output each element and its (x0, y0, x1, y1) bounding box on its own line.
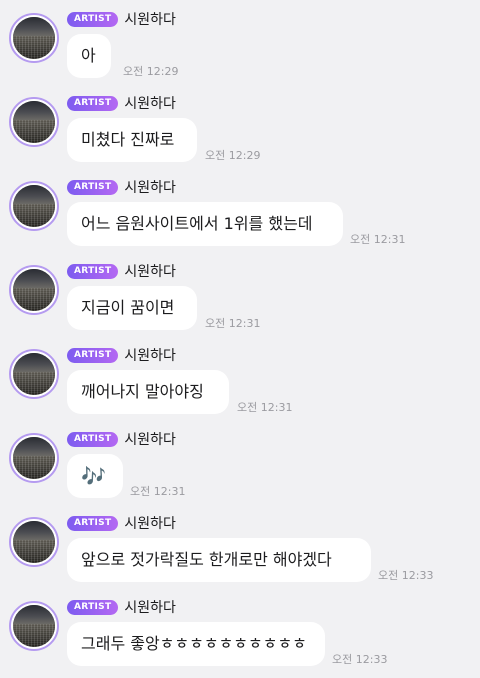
avatar[interactable] (9, 349, 59, 399)
avatar[interactable] (9, 433, 59, 483)
sender-name[interactable]: 시원하다 (124, 345, 176, 365)
artist-badge: ARTIST (67, 599, 119, 615)
sender-name[interactable]: 시원하다 (124, 513, 176, 533)
message-bubble[interactable]: 🎶 (67, 454, 123, 498)
message-time: 오전 12:31 (205, 317, 261, 330)
avatar[interactable] (9, 97, 59, 147)
avatar[interactable] (9, 517, 59, 567)
avatar[interactable] (9, 181, 59, 231)
chat-message: ARTIST 시원하다 앞으로 젓가락질도 한개로만 해야겠다 오전 12:33 (0, 504, 480, 588)
message-time: 오전 12:33 (332, 653, 388, 666)
message-time: 오전 12:33 (378, 569, 434, 582)
message-time: 오전 12:29 (123, 65, 179, 78)
message-header: ARTIST 시원하다 (67, 514, 176, 532)
artist-badge: ARTIST (67, 11, 119, 27)
message-header: ARTIST 시원하다 (67, 598, 176, 616)
chat-message: ARTIST 시원하다 그래두 좋앙ㅎㅎㅎㅎㅎㅎㅎㅎㅎㅎ 오전 12:33 (0, 588, 480, 672)
message-time: 오전 12:29 (205, 149, 261, 162)
artist-badge: ARTIST (67, 515, 119, 531)
message-header: ARTIST 시원하다 (67, 262, 176, 280)
sender-name[interactable]: 시원하다 (124, 429, 176, 449)
message-time: 오전 12:31 (350, 233, 406, 246)
chat-message: ARTIST 시원하다 아 오전 12:29 (0, 0, 480, 84)
message-bubble[interactable]: 지금이 꿈이면 (67, 286, 197, 330)
sender-name[interactable]: 시원하다 (124, 261, 176, 281)
message-bubble[interactable]: 아 (67, 34, 111, 78)
avatar[interactable] (9, 265, 59, 315)
sender-name[interactable]: 시원하다 (124, 93, 176, 113)
artist-badge: ARTIST (67, 95, 119, 111)
message-bubble[interactable]: 어느 음원사이트에서 1위를 했는데 (67, 202, 343, 246)
sender-name[interactable]: 시원하다 (124, 9, 176, 29)
chat-message: ARTIST 시원하다 지금이 꿈이면 오전 12:31 (0, 252, 480, 336)
sender-name[interactable]: 시원하다 (124, 597, 176, 617)
artist-badge: ARTIST (67, 431, 119, 447)
message-bubble[interactable]: 깨어나지 말아야징 (67, 370, 229, 414)
message-header: ARTIST 시원하다 (67, 178, 176, 196)
chat-message: ARTIST 시원하다 깨어나지 말아야징 오전 12:31 (0, 336, 480, 420)
avatar[interactable] (9, 601, 59, 651)
avatar[interactable] (9, 13, 59, 63)
message-header: ARTIST 시원하다 (67, 346, 176, 364)
artist-badge: ARTIST (67, 179, 119, 195)
artist-badge: ARTIST (67, 263, 119, 279)
chat-message: ARTIST 시원하다 미쳤다 진짜로 오전 12:29 (0, 84, 480, 168)
chat-message: ARTIST 시원하다 어느 음원사이트에서 1위를 했는데 오전 12:31 (0, 168, 480, 252)
message-header: ARTIST 시원하다 (67, 430, 176, 448)
sender-name[interactable]: 시원하다 (124, 177, 176, 197)
message-bubble[interactable]: 미쳤다 진짜로 (67, 118, 197, 162)
message-header: ARTIST 시원하다 (67, 10, 176, 28)
message-header: ARTIST 시원하다 (67, 94, 176, 112)
message-bubble[interactable]: 그래두 좋앙ㅎㅎㅎㅎㅎㅎㅎㅎㅎㅎ (67, 622, 325, 666)
message-time: 오전 12:31 (237, 401, 293, 414)
message-bubble[interactable]: 앞으로 젓가락질도 한개로만 해야겠다 (67, 538, 371, 582)
message-time: 오전 12:31 (130, 485, 186, 498)
artist-badge: ARTIST (67, 347, 119, 363)
chat-message: ARTIST 시원하다 🎶 오전 12:31 (0, 420, 480, 504)
